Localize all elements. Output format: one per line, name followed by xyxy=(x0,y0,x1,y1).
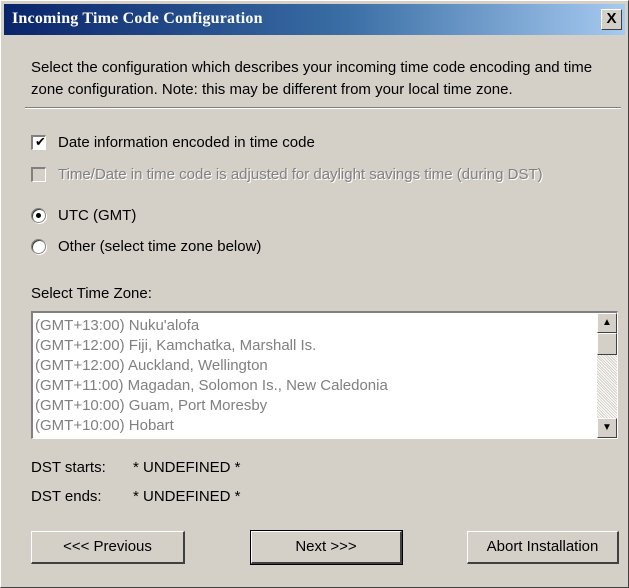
utc-option[interactable]: UTC (GMT) xyxy=(31,204,136,226)
time-zone-listbox[interactable]: (GMT+13:00) Nuku'alofa (GMT+12:00) Fiji,… xyxy=(31,311,618,439)
description-text: Select the configuration which describes… xyxy=(31,59,593,98)
title-bar[interactable]: Incoming Time Code Configuration X xyxy=(4,4,625,35)
arrow-up-icon: ▲ xyxy=(602,317,612,328)
list-item[interactable]: (GMT+12:00) Fiji, Kamchatka, Marshall Is… xyxy=(35,336,595,356)
dst-ends-label: DST ends: xyxy=(31,488,102,505)
utc-radio[interactable] xyxy=(31,207,46,223)
arrow-down-icon: ▼ xyxy=(602,422,612,433)
time-zone-items: (GMT+13:00) Nuku'alofa (GMT+12:00) Fiji,… xyxy=(35,316,595,436)
dst-starts-row: DST starts: * UNDEFINED * xyxy=(31,457,241,479)
radio-dot-icon xyxy=(36,212,41,218)
checkmark-icon: ✔ xyxy=(35,133,46,149)
other-radio[interactable] xyxy=(31,238,46,254)
vertical-scrollbar[interactable]: ▲ ▼ xyxy=(597,313,617,438)
dst-adjusted-label: Time/Date in time code is adjusted for d… xyxy=(58,165,543,183)
time-zone-label: Select Time Zone: xyxy=(31,285,152,302)
dst-adjusted-option: Time/Date in time code is adjusted for d… xyxy=(31,163,543,185)
scroll-down-button[interactable]: ▼ xyxy=(597,418,617,438)
next-button[interactable]: Next >>> xyxy=(250,530,403,565)
dst-ends-row: DST ends: * UNDEFINED * xyxy=(31,486,241,508)
other-label: Other (select time zone below) xyxy=(58,237,262,255)
list-item[interactable]: (GMT+12:00) Auckland, Wellington xyxy=(35,356,595,376)
list-item[interactable]: (GMT+10:00) Hobart xyxy=(35,416,595,436)
previous-button[interactable]: <<< Previous xyxy=(31,531,185,564)
abort-installation-button[interactable]: Abort Installation xyxy=(467,531,619,564)
list-item[interactable]: (GMT+13:00) Nuku'alofa xyxy=(35,316,595,336)
utc-label: UTC (GMT) xyxy=(58,206,137,224)
scroll-up-button[interactable]: ▲ xyxy=(597,313,617,333)
dst-starts-label: DST starts: xyxy=(31,459,106,476)
other-option[interactable]: Other (select time zone below) xyxy=(31,235,261,257)
list-item[interactable]: (GMT+11:00) Magadan, Solomon Is., New Ca… xyxy=(35,376,595,396)
separator xyxy=(25,107,621,109)
dst-starts-value: * UNDEFINED * xyxy=(133,459,241,476)
date-encoded-option[interactable]: ✔ Date information encoded in time code xyxy=(31,131,315,153)
window-title: Incoming Time Code Configuration xyxy=(12,10,263,27)
dst-adjusted-checkbox xyxy=(31,166,46,182)
list-item[interactable]: (GMT+10:00) Guam, Port Moresby xyxy=(35,396,595,416)
date-encoded-label: Date information encoded in time code xyxy=(58,133,315,151)
dst-ends-value: * UNDEFINED * xyxy=(133,488,241,505)
dialog-window: Incoming Time Code Configuration X Selec… xyxy=(0,0,629,588)
date-encoded-checkbox[interactable]: ✔ xyxy=(31,133,46,150)
scroll-thumb[interactable] xyxy=(597,333,617,355)
close-button[interactable]: X xyxy=(601,9,622,30)
